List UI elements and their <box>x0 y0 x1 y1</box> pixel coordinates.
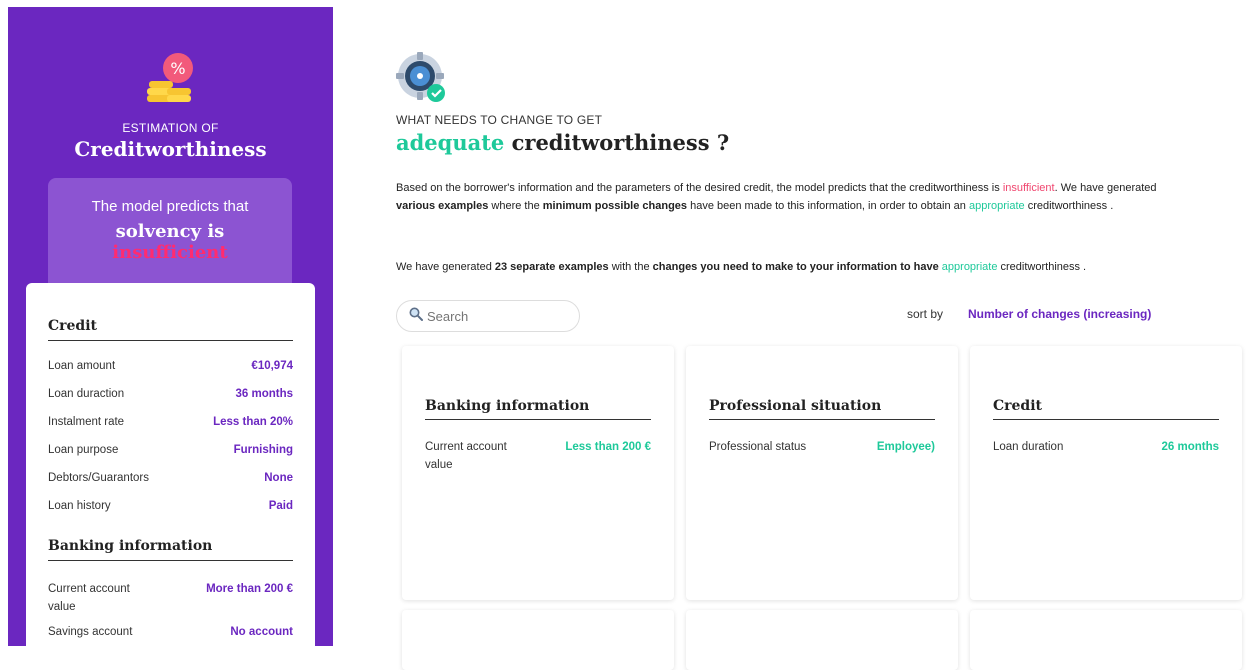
card-row: Current account value Less than 200 € <box>425 438 651 474</box>
card-label: Current account value <box>425 441 507 471</box>
info-value: No account <box>230 626 293 638</box>
search-icon <box>409 307 423 326</box>
para-text: with the <box>611 261 650 273</box>
info-label: Instalment rate <box>48 416 125 428</box>
para-text: creditworthiness . <box>1027 200 1114 212</box>
info-row: Loan duraction 36 months <box>48 388 293 416</box>
info-row: Instalment rate Less than 20% <box>48 416 293 444</box>
info-label: Current account value <box>48 583 130 613</box>
card-section-title: Professional situation <box>709 398 935 420</box>
example-card[interactable]: Professional situation Professional stat… <box>686 346 958 600</box>
card-label: Professional status <box>709 441 807 453</box>
search-input[interactable] <box>427 308 567 324</box>
info-row: Savings account No account <box>48 626 293 646</box>
para-text: Based on the borrower's information and … <box>396 182 1000 194</box>
para-text: where the <box>491 200 540 212</box>
info-value: None <box>264 472 293 484</box>
section-title-credit: Credit <box>48 318 293 341</box>
example-card[interactable]: Credit Loan duration 26 months <box>970 346 1242 600</box>
page-title: adequate creditworthiness ? <box>396 130 729 155</box>
card-row: Professional status Employee) <box>709 438 935 456</box>
eyebrow-text: WHAT NEEDS TO CHANGE TO GET <box>396 113 603 127</box>
insufficient-highlight: insufficient <box>1002 182 1055 194</box>
estimation-label: ESTIMATION OF <box>122 121 219 135</box>
card-value: Employee) <box>876 441 935 453</box>
prediction-box: The model predicts that solvency is insu… <box>48 178 292 294</box>
info-row: Loan purpose Furnishing <box>48 444 293 472</box>
info-label: Loan history <box>48 500 111 512</box>
explanation-paragraph: Based on the borrower's information and … <box>396 179 1196 215</box>
info-label: Loan purpose <box>48 444 119 456</box>
sort-label: sort by <box>907 307 944 321</box>
search-box[interactable] <box>396 300 580 332</box>
card-section-title: Credit <box>993 398 1219 420</box>
para-text: creditworthiness . <box>1000 261 1087 273</box>
svg-text:%: % <box>170 59 185 78</box>
coins-percent-icon: % <box>145 52 199 108</box>
card-row: Loan duration 26 months <box>993 438 1219 456</box>
section-title-banking: Banking information <box>48 538 293 561</box>
info-value: Paid <box>268 500 293 512</box>
prediction-text: The model predicts that <box>91 198 249 215</box>
info-row: Loan amount €10,974 <box>48 360 293 388</box>
para-text: have been made to this information, in o… <box>690 200 966 212</box>
example-card[interactable] <box>402 610 674 670</box>
card-value: 26 months <box>1161 441 1219 453</box>
example-card[interactable]: Banking information Current account valu… <box>402 346 674 600</box>
info-label: Savings account <box>48 626 133 638</box>
info-row: Current account value More than 200 € <box>48 580 293 626</box>
info-value: €10,974 <box>251 360 293 372</box>
appropriate-highlight: appropriate <box>941 261 998 273</box>
examples-summary: We have generated 23 separate examples w… <box>396 261 1236 273</box>
example-card[interactable] <box>970 610 1242 670</box>
example-card[interactable] <box>686 610 958 670</box>
para-bold: minimum possible changes <box>542 200 688 212</box>
info-label: Loan duraction <box>48 388 125 400</box>
info-label: Debtors/Guarantors <box>48 472 149 484</box>
estimation-title: Creditworthiness <box>74 137 267 161</box>
info-value: More than 200 € <box>206 583 293 595</box>
title-rest: creditworthiness ? <box>511 130 730 155</box>
card-section-title: Banking information <box>425 398 651 420</box>
info-label: Loan amount <box>48 360 116 372</box>
gear-check-icon <box>396 52 446 102</box>
info-row: Loan history Paid <box>48 500 293 528</box>
info-value: Less than 20% <box>213 416 293 428</box>
info-value: 36 months <box>235 388 293 400</box>
card-label: Loan duration <box>993 441 1064 453</box>
appropriate-highlight: appropriate <box>968 200 1025 212</box>
prediction-solvency: solvency is <box>115 221 225 242</box>
examples-count: 23 separate examples <box>494 261 609 273</box>
borrower-info-card: Credit Loan amount €10,974 Loan duractio… <box>26 283 315 646</box>
info-value: Furnishing <box>233 444 293 456</box>
para-text: . We have generated <box>1054 182 1157 194</box>
main-content: WHAT NEEDS TO CHANGE TO GET adequate cre… <box>396 0 1246 670</box>
title-highlight: adequate <box>396 130 505 155</box>
card-value: Less than 200 € <box>565 441 651 453</box>
prediction-result: insufficient <box>112 242 228 263</box>
info-row: Debtors/Guarantors None <box>48 472 293 500</box>
sort-dropdown[interactable]: Number of changes (increasing) <box>968 307 1151 321</box>
para-text: We have generated <box>396 261 492 273</box>
sidebar: % ESTIMATION OF Creditworthiness The mod… <box>8 7 333 646</box>
para-bold: various examples <box>396 200 489 212</box>
para-bold: changes you need to make to your informa… <box>652 261 939 273</box>
